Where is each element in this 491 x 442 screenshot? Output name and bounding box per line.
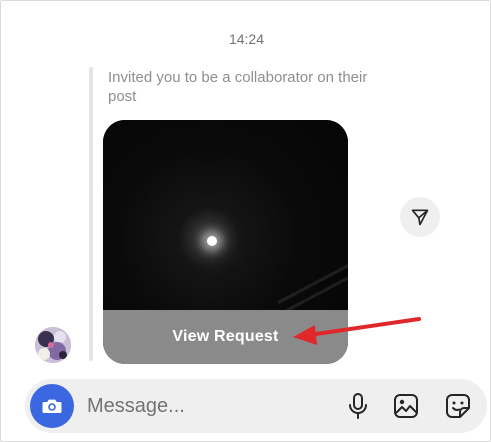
camera-button[interactable] [30, 384, 74, 428]
avatar-image [35, 327, 71, 363]
post-photo [103, 120, 348, 326]
view-request-button[interactable]: View Request [103, 310, 348, 364]
message-timestamp: 14:24 [228, 31, 265, 47]
message-input[interactable] [87, 391, 337, 421]
reply-indicator-bar [89, 67, 93, 361]
shared-post-card[interactable]: View Request [103, 120, 348, 364]
message-composer [25, 379, 487, 433]
sender-avatar[interactable] [35, 327, 71, 363]
camera-icon [42, 399, 62, 413]
collaborator-invite-text: Invited you to be a collaborator on thei… [108, 69, 368, 105]
paper-plane-icon [411, 209, 429, 226]
gallery-button[interactable] [391, 391, 421, 421]
photo-light-spot [207, 236, 217, 246]
microphone-icon [349, 393, 367, 419]
share-button[interactable] [400, 197, 440, 237]
voice-message-button[interactable] [343, 391, 373, 421]
sticker-button[interactable] [443, 391, 473, 421]
view-request-label: View Request [172, 328, 279, 345]
chat-thread-panel: 14:24 Invited you to be a collaborator o… [0, 0, 491, 442]
sticker-icon [446, 394, 470, 418]
image-icon [394, 394, 418, 418]
